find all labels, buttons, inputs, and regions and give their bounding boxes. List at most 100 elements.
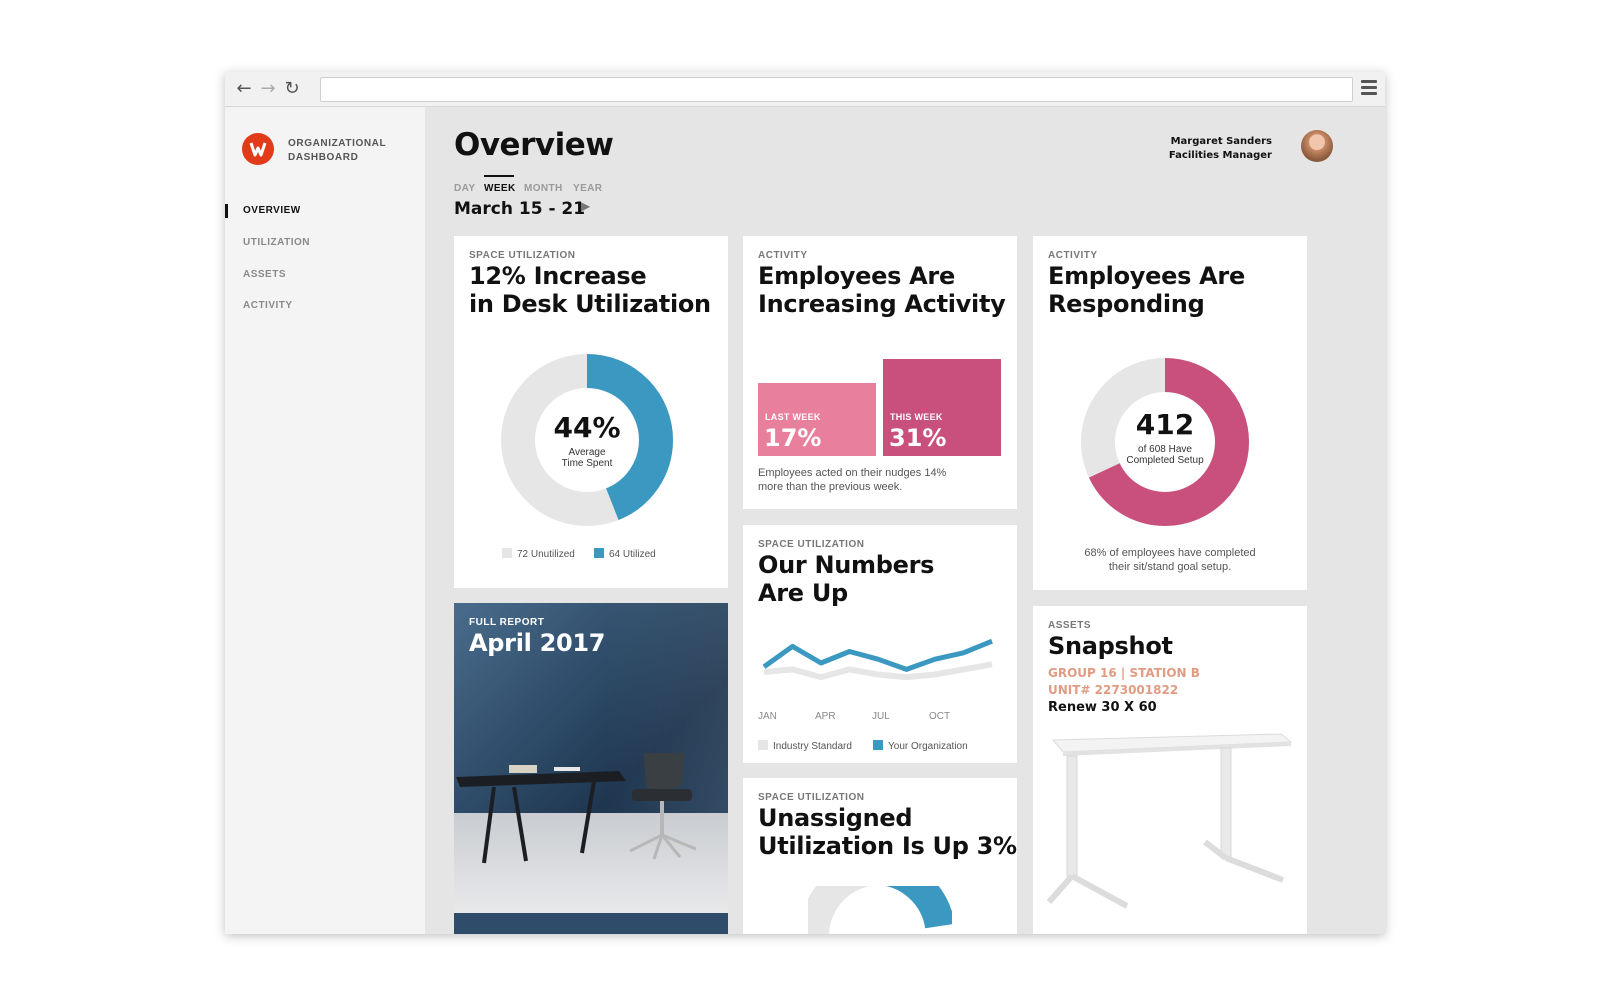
card-title-line2: in Desk Utilization (469, 290, 711, 318)
main-content: Overview Margaret Sanders Facilities Man… (425, 107, 1385, 934)
donut-label-line2: Completed Setup (1126, 455, 1204, 466)
card-title-line2: Utilization Is Up 3% (758, 832, 1017, 860)
next-period-icon[interactable]: ▶ (581, 199, 590, 213)
card-title-line1: Unassigned (758, 804, 913, 832)
card-assets-snapshot[interactable]: ASSETS Snapshot GROUP 16 | STATION B UNI… (1033, 606, 1307, 934)
page-title: Overview (454, 127, 614, 163)
brand-line2: DASHBOARD (288, 152, 359, 163)
standing-desk-illustration (1046, 733, 1293, 909)
user-role: Facilities Manager (1168, 150, 1272, 161)
numbers-line-chart: JAN APR JUL OCT (758, 638, 993, 722)
card-eyebrow: SPACE UTILIZATION (758, 792, 865, 803)
legend-org-label: Your Organization (888, 741, 968, 752)
activity-note-line2: more than the previous week. (758, 481, 903, 493)
bar-this-week-value: 31% (889, 424, 947, 452)
donut-label-line1: Average (568, 447, 606, 458)
card-title-line1: Employees Are (758, 262, 955, 290)
active-nav-indicator (225, 204, 228, 218)
card-title-line2: Are Up (758, 579, 848, 607)
legend-swatch-blue (594, 548, 604, 558)
legend-swatch-gray (758, 740, 768, 750)
arrow-right-icon[interactable]: → (257, 79, 279, 99)
responding-note-line1: 68% of employees have completed (1084, 547, 1256, 559)
date-range: March 15 - 21 (454, 199, 586, 219)
card-our-numbers[interactable]: SPACE UTILIZATION Our Numbers Are Up JAN… (743, 525, 1017, 763)
card-desk-utilization[interactable]: SPACE UTILIZATION 12% Increase in Desk U… (454, 236, 728, 588)
activity-note: Employees acted on their nudges 14% more… (758, 466, 1008, 494)
card-increasing-activity[interactable]: ACTIVITY Employees Are Increasing Activi… (743, 236, 1017, 509)
card-title-line2: Responding (1048, 290, 1205, 318)
card-title: Unassigned Utilization Is Up 3% (758, 804, 1017, 860)
card-eyebrow: SPACE UTILIZATION (758, 539, 865, 550)
legend-utilized: 64 Utilized (594, 548, 656, 560)
card-eyebrow: SPACE UTILIZATION (469, 250, 576, 261)
address-bar[interactable] (320, 77, 1353, 102)
sidebar-item-activity[interactable]: ACTIVITY (243, 300, 293, 311)
activity-note-line1: Employees acted on their nudges 14% (758, 467, 947, 479)
legend-unutilized-label: 72 Unutilized (517, 549, 575, 560)
card-eyebrow: ACTIVITY (1048, 250, 1098, 261)
legend-swatch-blue (873, 740, 883, 750)
x-tick-jan: JAN (758, 711, 777, 722)
sidebar: ORGANIZATIONAL DASHBOARD OVERVIEW UTILIZ… (225, 107, 425, 934)
avatar[interactable] (1301, 130, 1333, 162)
donut-center-value: 44% (553, 411, 621, 444)
donut-center-label: of 608 Have Completed Setup (1105, 444, 1225, 466)
donut-arc (885, 886, 952, 929)
card-title: Snapshot (1048, 632, 1173, 660)
card-title-line2: Increasing Activity (758, 290, 1006, 318)
x-tick-apr: APR (815, 711, 836, 722)
card-eyebrow: ACTIVITY (758, 250, 808, 261)
donut-label-line1: of 608 Have (1138, 444, 1192, 455)
bar-last-week-value: 17% (764, 424, 822, 452)
donut-center-value: 412 (1135, 408, 1195, 441)
unassigned-donut-chart (808, 886, 952, 934)
browser-toolbar: ← → ↻ (225, 72, 1385, 107)
card-unassigned-utilization[interactable]: SPACE UTILIZATION Unassigned Utilization… (743, 778, 1017, 934)
donut-center-label: Average Time Spent (537, 447, 637, 469)
card-title-line1: Our Numbers (758, 551, 935, 579)
legend-swatch-gray (502, 548, 512, 558)
donut-track (808, 886, 871, 934)
reload-icon[interactable]: ↻ (281, 79, 303, 99)
arrow-left-icon[interactable]: ← (233, 79, 255, 99)
card-title: Employees Are Increasing Activity (758, 262, 1006, 318)
legend-industry-label: Industry Standard (773, 741, 852, 752)
hamburger-menu-icon[interactable] (1361, 80, 1377, 98)
tab-week[interactable]: WEEK (484, 183, 516, 194)
brand-logo-icon[interactable] (242, 133, 274, 165)
legend-unutilized: 72 Unutilized (502, 548, 575, 560)
tab-day[interactable]: DAY (454, 183, 475, 194)
card-full-report[interactable]: FULL REPORT April 2017 (454, 603, 728, 934)
card-eyebrow: ASSETS (1048, 620, 1092, 631)
series-your-organization (762, 638, 993, 672)
user-name[interactable]: Margaret Sanders (1171, 136, 1272, 147)
sidebar-item-assets[interactable]: ASSETS (243, 269, 286, 280)
card-employees-responding[interactable]: ACTIVITY Employees Are Responding 412 of… (1033, 236, 1307, 590)
tab-month[interactable]: MONTH (524, 183, 563, 194)
responding-donut-chart (1081, 358, 1249, 526)
card-title-line1: 12% Increase (469, 262, 647, 290)
sidebar-item-utilization[interactable]: UTILIZATION (243, 237, 310, 248)
card-eyebrow: FULL REPORT (469, 617, 545, 628)
x-tick-jul: JUL (872, 711, 890, 722)
card-title: 12% Increase in Desk Utilization (469, 262, 711, 318)
legend-utilized-label: 64 Utilized (609, 549, 656, 560)
asset-group-station: GROUP 16 | STATION B (1048, 666, 1200, 680)
sidebar-item-overview[interactable]: OVERVIEW (243, 205, 301, 216)
responding-note: 68% of employees have completed their si… (1033, 546, 1307, 574)
brand-line1: ORGANIZATIONAL (288, 138, 387, 149)
legend-industry: Industry Standard (758, 740, 852, 752)
asset-unit-number: UNIT# 2273001822 (1048, 683, 1179, 697)
desk-chair-illustration (456, 753, 697, 864)
series-industry-standard (763, 661, 993, 681)
brand-name: ORGANIZATIONAL DASHBOARD (288, 137, 418, 165)
card-title: Employees Are Responding (1048, 262, 1245, 318)
tab-year[interactable]: YEAR (573, 183, 602, 194)
card-title-line1: Employees Are (1048, 262, 1245, 290)
card-title: Our Numbers Are Up (758, 551, 934, 607)
asset-renew-label: Renew 30 X 60 (1048, 700, 1157, 715)
x-tick-oct: OCT (929, 711, 950, 722)
bar-this-week-label: THIS WEEK (890, 412, 943, 422)
legend-org: Your Organization (873, 740, 968, 752)
